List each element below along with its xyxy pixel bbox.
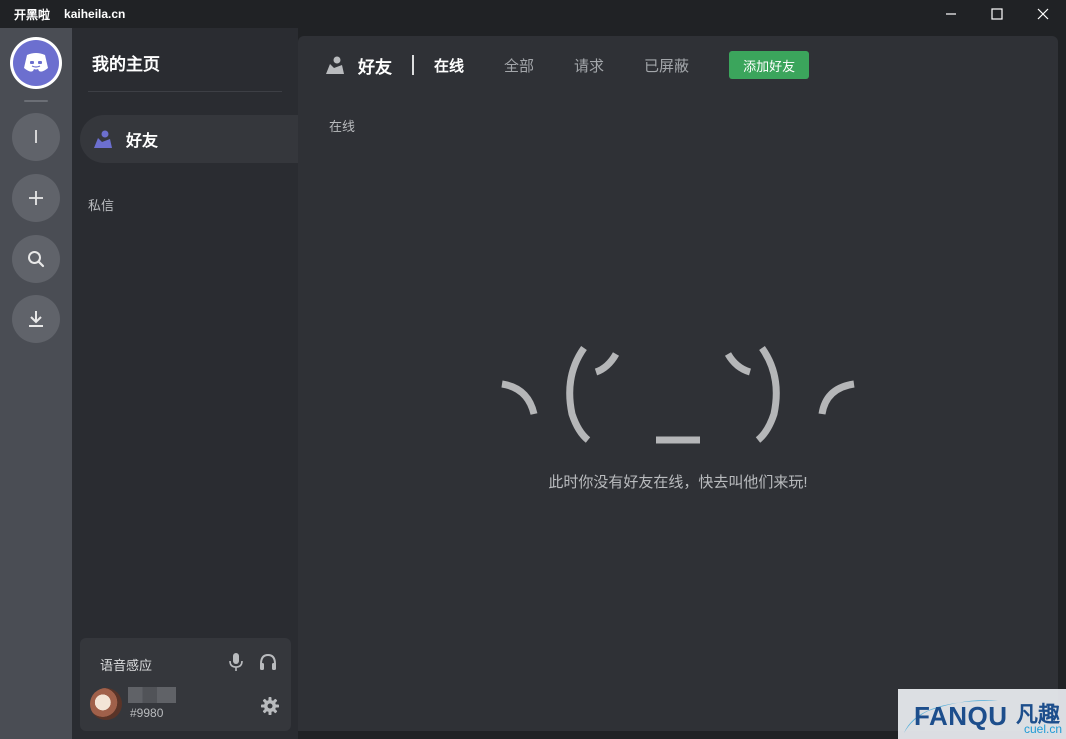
- headset-icon[interactable]: [258, 652, 278, 672]
- user-tag: #9980: [130, 706, 164, 720]
- friends-tab-bar: 好友 在线 全部 请求 已屏蔽 添加好友: [298, 36, 1058, 94]
- sidebar-item-friends[interactable]: 好友: [80, 115, 310, 163]
- app-name: 开黑啦: [14, 7, 51, 22]
- tab-online[interactable]: 在线: [434, 55, 464, 76]
- search-server-button[interactable]: [12, 235, 60, 283]
- close-button[interactable]: [1020, 0, 1066, 28]
- add-server-button[interactable]: [12, 174, 60, 222]
- server-i-icon: I: [33, 126, 39, 147]
- voice-mode-label[interactable]: 语音感应: [100, 655, 152, 674]
- gear-icon[interactable]: [260, 696, 280, 716]
- window-controls: [928, 0, 1066, 28]
- shrug-illustration: [501, 345, 855, 444]
- tab-blocked[interactable]: 已屏蔽: [644, 55, 689, 76]
- username-redacted: [128, 687, 176, 703]
- search-icon: [28, 251, 45, 268]
- download-icon: [29, 311, 43, 327]
- sidebar-divider: [88, 91, 282, 92]
- plus-icon: [29, 191, 43, 205]
- header-divider: [412, 55, 414, 75]
- app-url: kaiheila.cn: [64, 7, 126, 21]
- minimize-button[interactable]: [928, 0, 974, 28]
- watermark-text: FANQU: [914, 701, 1008, 731]
- tab-all[interactable]: 全部: [504, 55, 534, 76]
- home-button[interactable]: [10, 37, 62, 89]
- server-i-button[interactable]: I: [12, 113, 60, 161]
- microphone-icon[interactable]: [227, 652, 245, 672]
- avatar[interactable]: [90, 688, 122, 720]
- friends-header-icon: [324, 54, 346, 76]
- title-bar: 开黑啦 kaiheila.cn: [0, 0, 1066, 28]
- friends-icon: [92, 128, 114, 150]
- add-friend-button[interactable]: 添加好友: [729, 51, 810, 79]
- home-button-inner: [13, 40, 59, 86]
- online-section-label: 在线: [329, 119, 356, 134]
- channel-sidebar: 我的主页 好友 私信 语音感应 #9980: [72, 28, 310, 739]
- maximize-button[interactable]: [974, 0, 1020, 28]
- minimize-icon: [946, 13, 956, 15]
- friends-label: 好友: [126, 133, 159, 150]
- watermark-domain: cuel.cn: [1024, 722, 1063, 736]
- close-icon: [1037, 8, 1049, 20]
- home-title: 我的主页: [92, 55, 160, 74]
- user-panel: 语音感应 #9980: [80, 638, 291, 731]
- maximize-icon: [991, 8, 1003, 20]
- empty-state-message: 此时你没有好友在线，快去叫他们来玩!: [548, 474, 808, 491]
- server-rail: I: [0, 28, 72, 739]
- tab-requests[interactable]: 请求: [574, 55, 604, 76]
- main-content: 好友 在线 全部 请求 已屏蔽 添加好友 在线 此时你没有好友在线，快去叫他们来…: [298, 36, 1058, 731]
- watermark: FANQU 凡趣 cuel.cn: [898, 689, 1066, 739]
- download-button[interactable]: [12, 295, 60, 343]
- discord-logo-icon: [24, 53, 48, 72]
- friends-header-title: 好友: [358, 57, 392, 77]
- dm-section-label: 私信: [88, 198, 115, 213]
- rail-separator: [24, 100, 48, 102]
